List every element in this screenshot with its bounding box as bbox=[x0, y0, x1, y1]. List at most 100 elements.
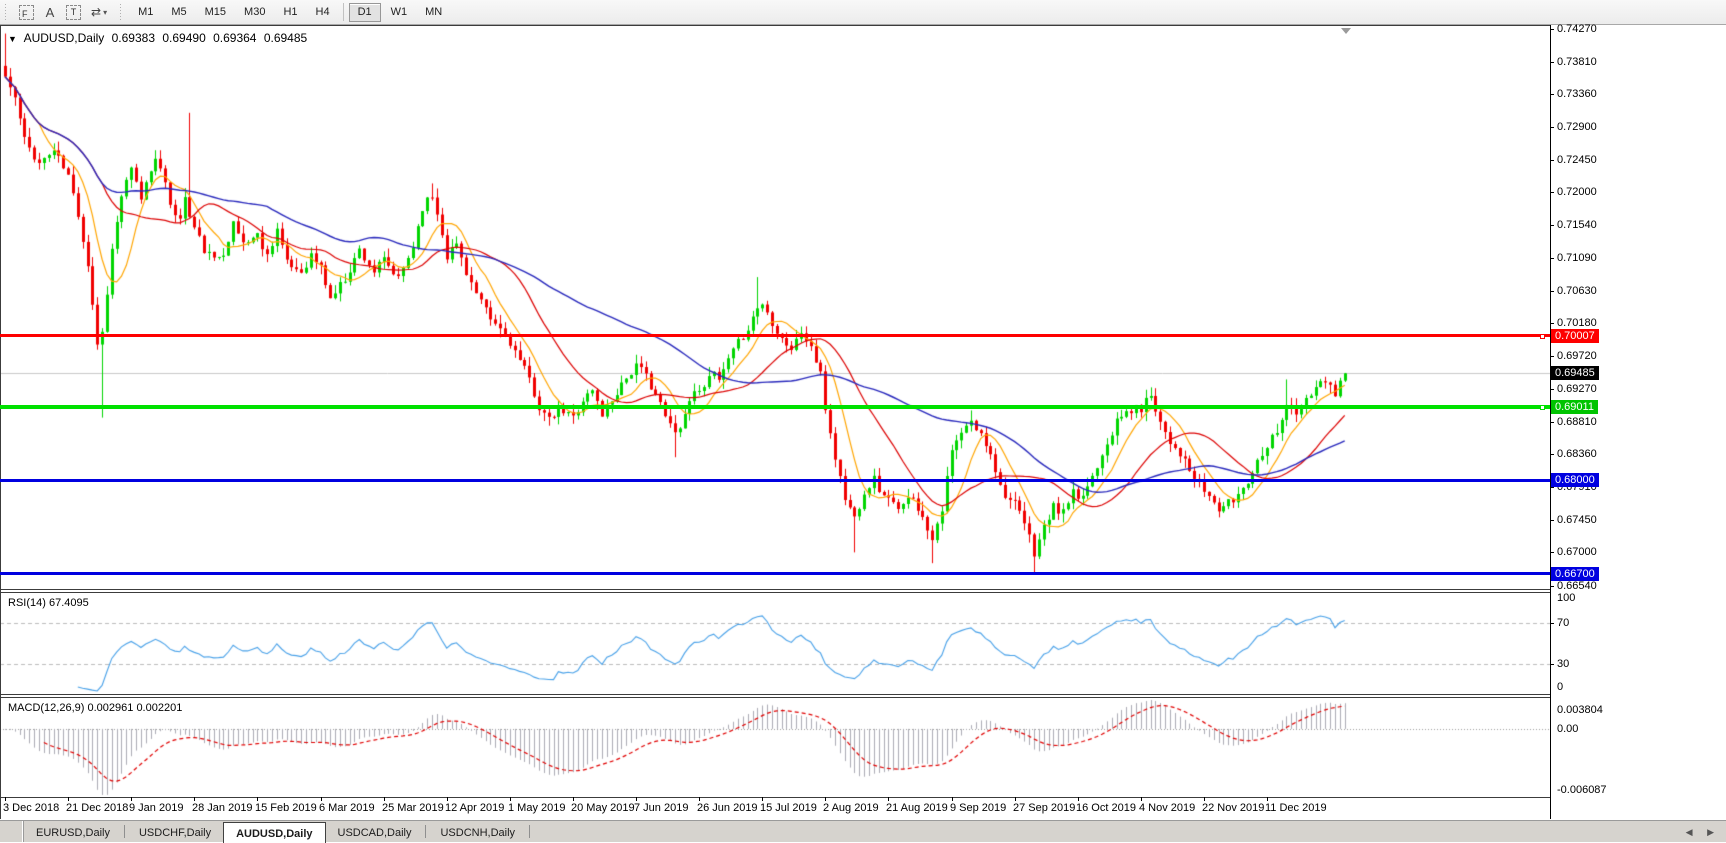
price-axis-label: 0.69270 bbox=[1557, 383, 1597, 395]
price-axis-label: 0.67450 bbox=[1557, 514, 1597, 526]
timeframe-buttons: M1M5M15M30H1H4 D1W1MN bbox=[129, 3, 451, 22]
timeframe-button-w1[interactable]: W1 bbox=[383, 3, 416, 22]
date-axis-label: 12 Apr 2019 bbox=[445, 802, 504, 814]
price-axis-tick bbox=[1550, 291, 1554, 292]
macd-label: MACD(12,26,9) 0.002961 0.002201 bbox=[8, 702, 182, 714]
tabbar-left-box bbox=[0, 821, 24, 842]
text-tool-icon: T bbox=[66, 5, 81, 20]
panel-border bbox=[0, 592, 1551, 593]
symbol-tab-audusd[interactable]: AUDUSD,Daily bbox=[223, 822, 325, 843]
text-label-tool-button[interactable]: A bbox=[39, 2, 61, 22]
timeframe-button-m1[interactable]: M1 bbox=[130, 3, 161, 22]
price-axis-label: 0.68360 bbox=[1557, 448, 1597, 460]
price-axis-tick bbox=[1550, 552, 1554, 553]
price-axis-tick bbox=[1550, 94, 1554, 95]
date-axis-tick bbox=[1267, 797, 1268, 801]
price-axis-tick bbox=[1550, 422, 1554, 423]
price-axis-tick bbox=[1550, 487, 1554, 488]
price-axis-tick bbox=[1550, 192, 1554, 193]
price-axis-label: 0.68810 bbox=[1557, 416, 1597, 428]
line-endpoint-marker[interactable] bbox=[1540, 334, 1545, 339]
ohlc-close: 0.69485 bbox=[264, 31, 307, 45]
price-axis-tick bbox=[1550, 586, 1554, 587]
date-axis-label: 26 Jun 2019 bbox=[697, 802, 758, 814]
symbol-tab-usdcad[interactable]: USDCAD,Daily bbox=[326, 822, 424, 842]
tab-scroll-arrows[interactable]: ◀ ▶ bbox=[1686, 827, 1720, 838]
toolbar-grip[interactable] bbox=[118, 4, 123, 20]
price-axis-label: 0.72000 bbox=[1557, 186, 1597, 198]
panel-border bbox=[0, 694, 1551, 695]
date-axis-label: 27 Sep 2019 bbox=[1013, 802, 1075, 814]
date-axis-label: 6 Mar 2019 bbox=[319, 802, 375, 814]
timeframe-button-m15[interactable]: M15 bbox=[197, 3, 234, 22]
price-horizontal-line[interactable] bbox=[0, 479, 1550, 482]
macd-axis-label: 0.00 bbox=[1557, 723, 1578, 735]
timeframe-button-m30[interactable]: M30 bbox=[236, 3, 273, 22]
date-axis-tick bbox=[636, 797, 637, 801]
date-axis-label: 9 Jan 2019 bbox=[129, 802, 183, 814]
symbol-dropdown-icon[interactable]: ▼ bbox=[8, 34, 17, 44]
symbol-tab-usdcnh[interactable]: USDCNH,Daily bbox=[428, 822, 527, 842]
text-tool-button[interactable]: T bbox=[61, 2, 86, 22]
ohlc-high: 0.69490 bbox=[162, 31, 205, 45]
price-axis-tick bbox=[1550, 454, 1554, 455]
timeframe-button-h1[interactable]: H1 bbox=[275, 3, 305, 22]
symbol-tab-eurusd[interactable]: EURUSD,Daily bbox=[24, 822, 122, 842]
tab-scroll-right-icon[interactable]: ▶ bbox=[1707, 827, 1720, 837]
price-horizontal-line[interactable] bbox=[0, 405, 1550, 409]
symbol-tabs: EURUSD,DailyUSDCHF,DailyAUDUSD,DailyUSDC… bbox=[24, 821, 532, 842]
date-axis-label: 16 Oct 2019 bbox=[1076, 802, 1136, 814]
price-axis-label: 0.71090 bbox=[1557, 252, 1597, 264]
date-axis-label: 3 Dec 2018 bbox=[3, 802, 59, 814]
tab-scroll-left-icon[interactable]: ◀ bbox=[1686, 827, 1699, 837]
price-level-badge: 0.69485 bbox=[1551, 366, 1599, 380]
date-axis-label: 4 Nov 2019 bbox=[1139, 802, 1195, 814]
timeframe-button-m5[interactable]: M5 bbox=[163, 3, 194, 22]
rsi-axis-label: 70 bbox=[1557, 617, 1569, 629]
price-axis-tick bbox=[1550, 520, 1554, 521]
rsi-axis-tick bbox=[1550, 623, 1554, 624]
date-axis-tick bbox=[131, 797, 132, 801]
date-axis-label: 20 May 2019 bbox=[571, 802, 635, 814]
date-axis-label: 11 Dec 2019 bbox=[1265, 802, 1327, 814]
rsi-axis-label: 100 bbox=[1557, 592, 1575, 604]
arrow-tools-button[interactable]: ⇄ ▾ bbox=[86, 2, 112, 22]
fibonacci-tool-button[interactable]: F bbox=[14, 2, 39, 22]
chart-shift-marker[interactable] bbox=[1341, 28, 1351, 34]
date-axis-tick bbox=[1078, 797, 1079, 801]
toolbar-grip[interactable] bbox=[3, 4, 10, 20]
price-axis-label: 0.71540 bbox=[1557, 219, 1597, 231]
price-axis-tick bbox=[1550, 356, 1554, 357]
timeframe-button-d1[interactable]: D1 bbox=[349, 3, 381, 22]
price-axis-label: 0.69720 bbox=[1557, 350, 1597, 362]
symbol-tab-usdchf[interactable]: USDCHF,Daily bbox=[127, 822, 223, 842]
timeframe-button-mn[interactable]: MN bbox=[417, 3, 450, 22]
panel-border bbox=[0, 697, 1551, 698]
date-axis-tick bbox=[68, 797, 69, 801]
macd-axis-label: -0.006087 bbox=[1557, 784, 1607, 796]
line-endpoint-marker[interactable] bbox=[1540, 405, 1545, 410]
date-axis-tick bbox=[1015, 797, 1016, 801]
rsi-indicator-canvas[interactable] bbox=[0, 593, 1550, 694]
rsi-axis-tick bbox=[1550, 664, 1554, 665]
price-axis-tick bbox=[1550, 160, 1554, 161]
price-horizontal-line[interactable] bbox=[0, 572, 1550, 575]
date-axis-label: 15 Jul 2019 bbox=[760, 802, 817, 814]
date-axis-tick bbox=[321, 797, 322, 801]
price-horizontal-line[interactable] bbox=[0, 334, 1550, 337]
date-axis-tick bbox=[384, 797, 385, 801]
macd-indicator-canvas[interactable] bbox=[0, 698, 1550, 797]
date-axis-tick bbox=[888, 797, 889, 801]
price-axis-tick bbox=[1550, 225, 1554, 226]
price-axis-label: 0.72450 bbox=[1557, 154, 1597, 166]
fibonacci-tool-icon: F bbox=[19, 5, 34, 20]
price-chart-canvas[interactable] bbox=[0, 26, 1550, 589]
price-axis-tick bbox=[1550, 389, 1554, 390]
panel-border bbox=[0, 797, 1551, 798]
date-axis-tick bbox=[257, 797, 258, 801]
timeframe-button-h4[interactable]: H4 bbox=[308, 3, 338, 22]
window-left-border bbox=[0, 25, 1, 819]
price-axis-label: 0.73810 bbox=[1557, 56, 1597, 68]
price-level-badge: 0.69011 bbox=[1551, 400, 1598, 414]
rsi-axis-label: 30 bbox=[1557, 658, 1569, 670]
